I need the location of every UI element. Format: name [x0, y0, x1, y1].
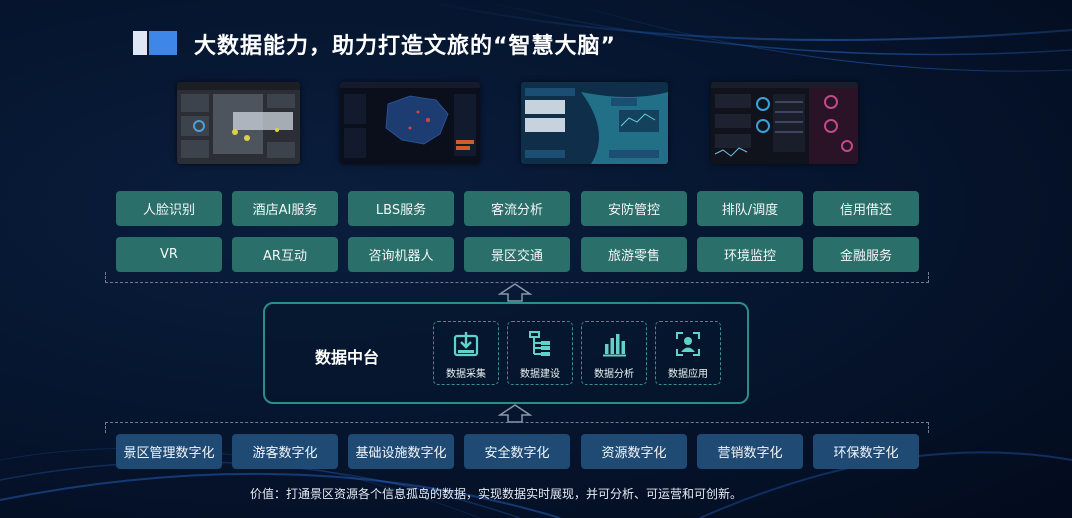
service-tile-queue-dispatch[interactable]: 排队/调度 [697, 191, 803, 226]
dashboard-thumbnail-operations [521, 82, 668, 164]
service-tile-security[interactable]: 安防管控 [581, 191, 687, 226]
service-tile-finance[interactable]: 金融服务 [813, 237, 919, 272]
dashboard-thumbnail-analytics [711, 82, 858, 164]
user-frame-icon [676, 332, 700, 356]
data-construction-card[interactable]: 数据建设 [507, 321, 573, 385]
download-box-icon [453, 332, 479, 357]
dashboard-thumbnail-map [340, 82, 480, 164]
title-mark-icon [133, 31, 177, 55]
data-analysis-label: 数据分析 [594, 369, 634, 380]
digital-tile-safety[interactable]: 安全数字化 [464, 434, 570, 469]
data-collection-label: 数据采集 [446, 369, 486, 380]
digital-tile-infrastructure[interactable]: 基础设施数字化 [348, 434, 454, 469]
digital-tile-visitor[interactable]: 游客数字化 [232, 434, 338, 469]
digital-tile-marketing[interactable]: 营销数字化 [697, 434, 803, 469]
value-statement: 价值：打通景区资源各个信息孤岛的数据，实现数据实时展现，并可分析、可运营和可创新… [250, 487, 743, 501]
service-tile-visitor-flow[interactable]: 客流分析 [464, 191, 570, 226]
service-tile-robot[interactable]: 咨询机器人 [348, 237, 454, 272]
service-tile-ar[interactable]: AR互动 [232, 237, 338, 272]
service-tile-transport[interactable]: 景区交通 [464, 237, 570, 272]
data-analysis-card[interactable]: 数据分析 [581, 321, 647, 385]
up-arrow-icon [498, 404, 532, 423]
data-construction-label: 数据建设 [520, 369, 560, 380]
digitalization-group-bracket [105, 422, 929, 433]
service-tile-credit-rental[interactable]: 信用借还 [813, 191, 919, 226]
dashboard-thumbnail-face-recognition [177, 82, 300, 164]
data-platform-title: 数据中台 [315, 348, 380, 367]
digital-tile-environmental[interactable]: 环保数字化 [813, 434, 919, 469]
page-title: 大数据能力，助力打造文旅的“智慧大脑” [194, 34, 616, 59]
service-tile-face-recognition[interactable]: 人脸识别 [116, 191, 222, 226]
data-collection-card[interactable]: 数据采集 [433, 321, 499, 385]
service-tile-lbs[interactable]: LBS服务 [348, 191, 454, 226]
data-application-label: 数据应用 [668, 369, 708, 380]
service-tile-retail[interactable]: 旅游零售 [581, 237, 687, 272]
up-arrow-icon [498, 283, 532, 302]
bar-chart-icon [603, 334, 626, 357]
service-tile-environment[interactable]: 环境监控 [697, 237, 803, 272]
digital-tile-scenic-management[interactable]: 景区管理数字化 [116, 434, 222, 469]
digital-tile-resources[interactable]: 资源数字化 [581, 434, 687, 469]
data-application-card[interactable]: 数据应用 [655, 321, 721, 385]
service-tile-vr[interactable]: VR [116, 237, 222, 272]
hierarchy-icon [529, 331, 550, 356]
service-tile-hotel-ai[interactable]: 酒店AI服务 [232, 191, 338, 226]
